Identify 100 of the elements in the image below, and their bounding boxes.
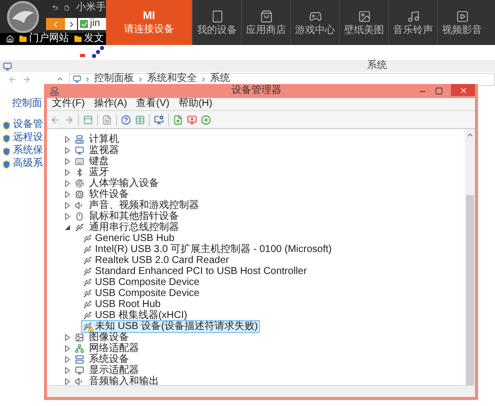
tree-item[interactable]: 系统设备 [88,354,130,365]
usb-icon [83,311,92,320]
music-note-icon [406,10,420,22]
tree-item[interactable]: Realtek USB 2.0 Card Reader [82,255,230,266]
uninstall-icon[interactable] [187,114,197,124]
speaker-icon [75,201,84,210]
secure-check-icon [80,20,88,28]
expand-icon[interactable] [64,334,71,341]
tree-item[interactable]: USB Composite Device [82,277,200,288]
menu-item[interactable]: 操作(A) [94,99,128,109]
expand-icon[interactable] [64,147,71,154]
update-icon[interactable] [173,114,183,124]
up-icon[interactable] [56,75,64,83]
sidebar-link[interactable]: 远程设 [13,133,43,143]
tree-item[interactable]: USB Composite Device [82,288,200,299]
tree-item[interactable]: 声音、视频和游戏控制器 [88,200,200,211]
tree-item[interactable]: 图像设备 [88,332,130,343]
tree-item[interactable]: Intel(R) USB 3.0 可扩展主机控制器 - 0100 (Microsoft) [82,244,333,255]
tablet-icon [210,10,224,22]
bluetooth-icon [75,168,84,177]
tree-item[interactable]: Generic USB Hub [82,233,176,244]
tree-item[interactable]: 软件设备 [88,189,130,200]
sidebar-link[interactable]: 系统保 [13,146,43,156]
window-title: 设备管理器 [230,86,282,96]
usb-icon [83,278,92,287]
sidebar-link[interactable]: 高级系 [13,159,43,169]
tree-item[interactable]: Standard Enhanced PCI to USB Host Controller [82,266,308,277]
tree-item[interactable]: 人体学输入设备 [88,178,160,189]
usb-icon [83,267,92,276]
collapse-icon[interactable] [64,224,71,231]
expand-icon[interactable] [64,202,71,209]
usb-icon [75,223,84,232]
tree-item[interactable]: 计算机 [88,134,120,145]
address-field[interactable]: jin [78,18,106,30]
tree-item[interactable]: 键盘 [88,156,110,167]
expand-icon[interactable] [64,169,71,176]
expand-icon[interactable] [64,180,71,187]
folder-icon [19,35,27,43]
home-link[interactable]: 控制面 [12,98,42,110]
scan-icon[interactable] [154,114,164,124]
bag-icon [260,10,272,22]
expand-icon[interactable] [64,345,71,352]
system-icon [3,62,12,70]
expand-icon[interactable] [64,136,71,143]
tree-item[interactable]: 音频输入和输出 [88,376,160,387]
properties-icon[interactable] [102,114,112,124]
shield-icon [2,134,11,142]
usb-icon [83,300,92,309]
home-icon[interactable] [6,35,14,43]
expand-icon[interactable] [64,158,71,165]
tree-item[interactable]: 蓝牙 [88,167,110,178]
back-icon[interactable] [52,3,58,12]
maximize-icon[interactable] [435,87,443,95]
server-icon [75,355,84,364]
monitor-icon [75,366,84,375]
menu-item[interactable]: 文件(F) [52,99,85,109]
tree-item[interactable]: USB 根集线器(xHCI) [82,310,188,321]
image-icon [75,333,84,342]
tree-item[interactable]: 监视器 [88,145,120,156]
table-icon[interactable] [135,114,145,124]
panel-icon[interactable] [83,114,93,124]
forward-icon[interactable] [22,74,31,84]
expand-icon[interactable] [64,213,71,220]
expand-icon[interactable] [64,367,71,374]
usb-icon [83,322,92,331]
help-icon[interactable] [121,114,131,124]
expand-icon[interactable] [64,356,71,363]
dots-icon [80,46,106,59]
expand-icon[interactable] [64,191,71,198]
close-button[interactable] [451,84,475,96]
gamepad-icon [308,10,322,22]
mouse-icon [75,212,84,221]
tree-item[interactable]: USB Root Hub [82,299,162,310]
sidebar-link[interactable]: 设备管 [13,120,43,130]
tree-item[interactable]: 网络适配器 [88,343,140,354]
bookmark-link[interactable]: 发文 [74,34,104,44]
chip-icon [75,190,84,199]
shield-icon [2,160,11,168]
chevron-left-icon [51,20,60,28]
menu-item[interactable]: 帮助(H) [178,99,212,109]
window-title: 系统 [367,61,387,71]
add-icon[interactable] [201,114,211,124]
app-tab[interactable]: MI 请连接设备 [106,0,192,45]
tree-item[interactable]: 显示适配器 [88,365,140,376]
tree-item[interactable]: 通用串行总线控制器 [88,222,180,233]
forward-icon[interactable] [64,114,74,124]
tree-item[interactable]: 鼠标和其他指针设备 [88,211,180,222]
menu-item[interactable]: 查看(V) [136,99,170,109]
usb-icon [83,245,92,254]
scroll-up-icon[interactable] [466,131,474,139]
network-icon [75,344,84,353]
forward-button[interactable] [65,18,77,30]
browser-tab[interactable]: 小米手 [76,2,106,12]
tree-item[interactable]: 未知 USB 设备(设备描述符请求失败) [82,321,259,332]
computer-icon [75,135,84,144]
expand-icon[interactable] [64,378,71,385]
logo-text: MI [142,10,156,22]
scrollbar[interactable] [465,129,475,385]
fingerprint-icon [75,179,84,188]
bookmark-link[interactable]: 门户网站 [19,34,69,44]
